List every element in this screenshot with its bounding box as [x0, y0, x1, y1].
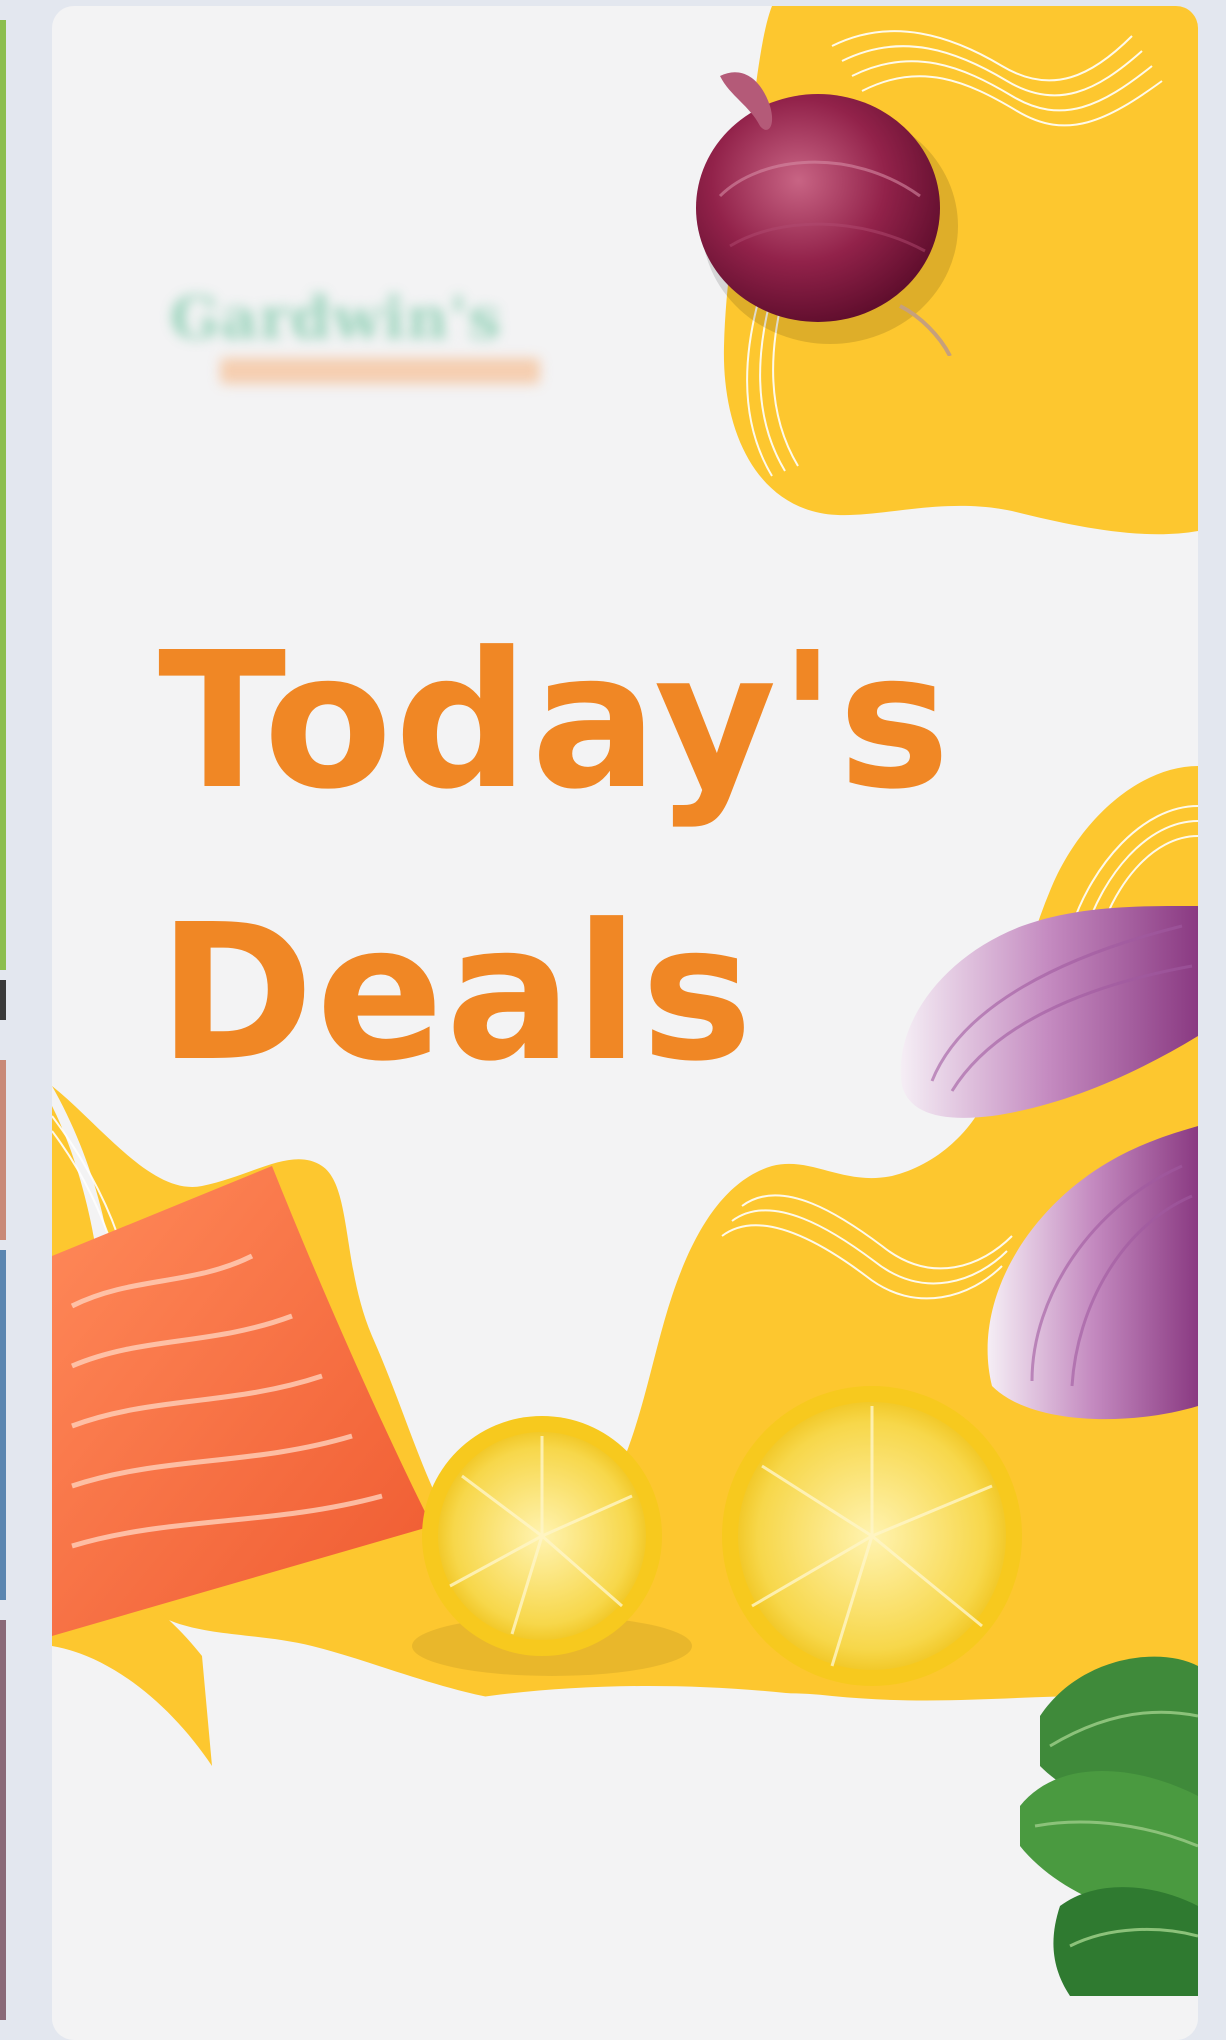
red-onion-image	[696, 72, 958, 356]
todays-deals-promo-card[interactable]: Gardwin's Today's Deals	[52, 6, 1198, 2040]
spinach-leaves-image	[1020, 1656, 1198, 1996]
brand-logo-text: Gardwin's	[170, 284, 502, 352]
headline-line-2: Deals	[158, 884, 755, 1103]
adjacent-card-edge	[0, 0, 8, 2034]
brand-logo-tagline-bar	[220, 358, 540, 384]
headline-line-1: Today's	[158, 612, 953, 831]
sliced-red-onion-image	[900, 905, 1198, 1420]
headline: Today's Deals	[158, 586, 952, 1130]
brand-logo: Gardwin's	[170, 284, 612, 414]
lemon-halves-image	[412, 1386, 1022, 1686]
